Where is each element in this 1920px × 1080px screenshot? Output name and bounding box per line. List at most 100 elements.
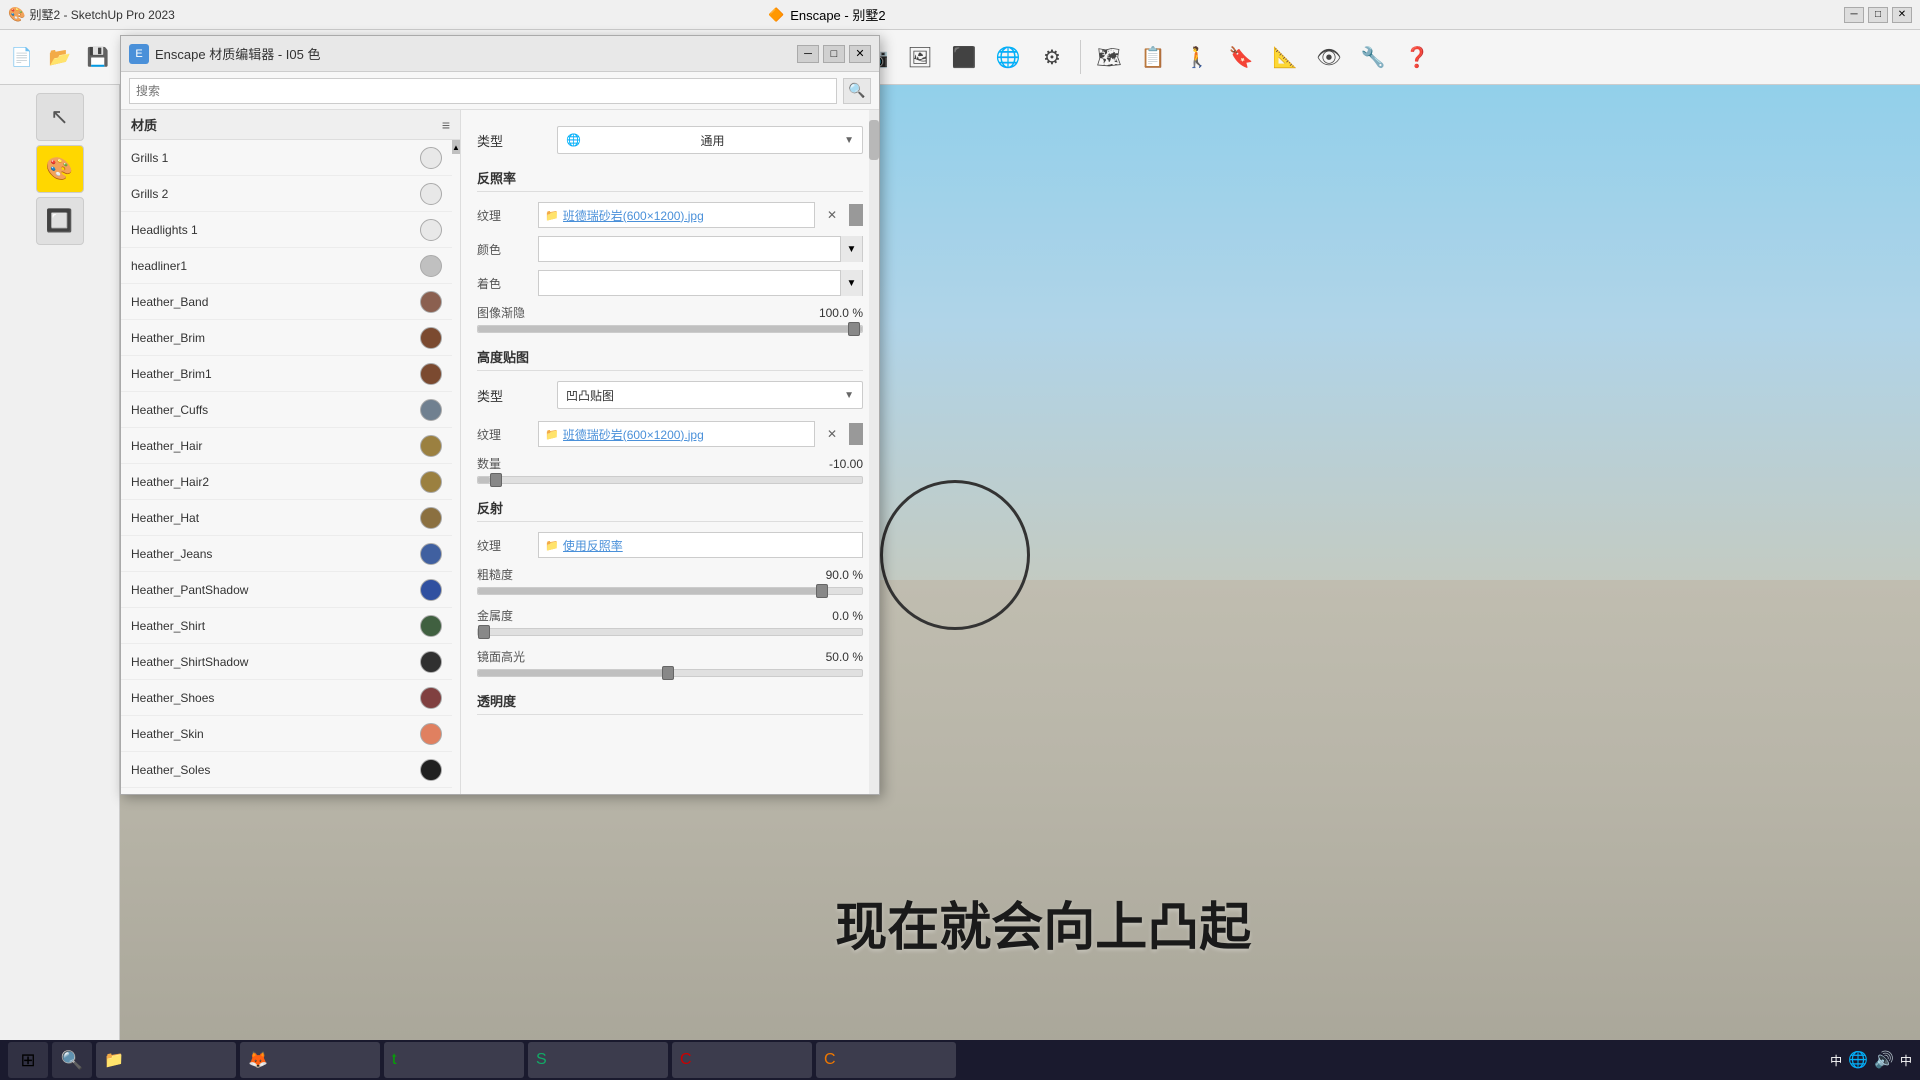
albedo-tint-picker[interactable]: ▼	[538, 270, 863, 296]
material-list-item[interactable]: Heather_Brim	[121, 320, 452, 356]
metalness-label: 金属度	[477, 607, 513, 624]
enscape-close-button[interactable]: ✕	[1892, 7, 1912, 23]
material-list-item[interactable]: Grills 2	[121, 176, 452, 212]
search-button[interactable]: 🔍	[843, 78, 871, 104]
specular-value: 50.0 %	[826, 650, 863, 664]
left-icon-paint[interactable]: 🎨	[36, 145, 84, 193]
dialog-close-button[interactable]: ✕	[849, 45, 871, 63]
material-list-item[interactable]: headliner1	[121, 248, 452, 284]
bump-texture-filename[interactable]: 班德瑞砂岩(600×1200).jpg	[563, 426, 704, 443]
metalness-slider-thumb[interactable]	[478, 625, 490, 639]
reflection-folder-icon[interactable]: 📁	[545, 539, 559, 552]
roughness-slider-track[interactable]	[477, 587, 863, 595]
opacity-slider-thumb[interactable]	[848, 322, 860, 336]
list-scroll-up-button[interactable]: ▲	[452, 140, 460, 154]
taskbar-app-trimble[interactable]: t	[384, 1042, 524, 1078]
folder-icon[interactable]: 📁	[545, 209, 559, 222]
bump-folder-icon[interactable]: 📁	[545, 428, 559, 441]
material-list-item[interactable]: Heather_Hat	[121, 500, 452, 536]
reflection-texture-link[interactable]: 使用反照率	[563, 537, 623, 554]
left-icon-select[interactable]: ↖	[36, 93, 84, 141]
specular-slider-track[interactable]	[477, 669, 863, 677]
bump-texture-delete-button[interactable]: ✕	[821, 423, 843, 445]
bump-type-select[interactable]: 凹凸贴图 ▼	[557, 381, 863, 409]
material-list-item[interactable]: Heather_Shoes	[121, 680, 452, 716]
metalness-slider-track[interactable]	[477, 628, 863, 636]
albedo-section-title: 反照率	[477, 168, 863, 192]
material-list-item[interactable]: Heather_Soles	[121, 752, 452, 788]
opacity-slider-row: 图像渐隐 100.0 %	[477, 304, 863, 333]
material-list-menu-icon[interactable]: ≡	[442, 117, 450, 133]
material-list-item[interactable]: Heather_Shirt	[121, 608, 452, 644]
dialog-maximize-button[interactable]: □	[823, 45, 845, 63]
albedo-texture-filename[interactable]: 班德瑞砂岩(600×1200).jpg	[563, 207, 704, 224]
enscape-tb-eye[interactable]: 👁	[1309, 37, 1349, 77]
material-list-item[interactable]: Heather_PantShadow	[121, 572, 452, 608]
enscape-tb-bookmark[interactable]: 🔖	[1221, 37, 1261, 77]
taskbar-app-firefox[interactable]: 🦊	[240, 1042, 380, 1078]
enscape-minimize-button[interactable]: ─	[1844, 7, 1864, 23]
albedo-color-picker[interactable]: ▼	[538, 236, 863, 262]
taskbar-app-explorer[interactable]: 📁	[96, 1042, 236, 1078]
panel-scrollbar-thumb[interactable]	[869, 120, 879, 160]
enscape-tb-panorama[interactable]: ⬛	[944, 37, 984, 77]
start-button[interactable]: ⊞	[8, 1042, 48, 1078]
left-icon-3d[interactable]: 🔲	[36, 197, 84, 245]
roughness-slider-thumb[interactable]	[816, 584, 828, 598]
taskbar-app-enscape[interactable]: C	[816, 1042, 956, 1078]
specular-label: 镜面高光	[477, 648, 525, 665]
albedo-texture-delete-button[interactable]: ✕	[821, 204, 843, 226]
enscape-tb-list[interactable]: 📋	[1133, 37, 1173, 77]
material-list-item[interactable]: Heather_Cuffs	[121, 392, 452, 428]
material-list-item[interactable]: Heather_Skin	[121, 716, 452, 752]
toolbar-icon-open[interactable]: 📂	[42, 39, 78, 75]
material-list-item[interactable]: Heather_Hair	[121, 428, 452, 464]
enscape-tb-map[interactable]: 🗺	[1089, 37, 1129, 77]
color-picker-chevron[interactable]: ▼	[840, 236, 862, 262]
taskbar-app-catch[interactable]: C	[672, 1042, 812, 1078]
dialog-titlebar: E Enscape 材质编辑器 - I05 色 ─ □ ✕	[121, 36, 879, 72]
type-select-value: 通用	[701, 132, 725, 149]
bump-amount-slider-thumb[interactable]	[490, 473, 502, 487]
material-list-item[interactable]: Heather_Jeans	[121, 536, 452, 572]
cursor-circle-indicator	[880, 480, 1030, 630]
material-list-item[interactable]: Heather_Band	[121, 284, 452, 320]
search-taskbar-button[interactable]: 🔍	[52, 1042, 92, 1078]
opacity-slider-track[interactable]	[477, 325, 863, 333]
windows-taskbar: ⊞ 🔍 📁 🦊 t S C C 中 🌐 🔊 中	[0, 1040, 1920, 1080]
material-color-swatch	[420, 579, 442, 601]
albedo-texture-more-button[interactable]	[849, 204, 863, 226]
bump-amount-slider-track[interactable]	[477, 476, 863, 484]
dialog-minimize-button[interactable]: ─	[797, 45, 819, 63]
enscape-toolbar: ▶ 🎬 📷 🖼 ⬛ 🌐 ⚙ 🗺 📋 🚶 🔖 📐 👁 🔧 ❓	[760, 30, 1920, 85]
bump-texture-row: 纹理 📁 班德瑞砂岩(600×1200).jpg ✕	[477, 421, 863, 447]
taskbar-app-sketchup[interactable]: S	[528, 1042, 668, 1078]
enscape-tb-gear2[interactable]: 🔧	[1353, 37, 1393, 77]
enscape-maximize-button[interactable]: □	[1868, 7, 1888, 23]
material-list-item[interactable]: Heather_Stripe1	[121, 788, 452, 794]
bump-texture-more-button[interactable]	[849, 423, 863, 445]
type-select[interactable]: 🌐 通用 ▼	[557, 126, 863, 154]
enscape-tb-settings[interactable]: ⚙	[1032, 37, 1072, 77]
material-list-item[interactable]: Headlights 1	[121, 212, 452, 248]
bump-texture-path: 📁 班德瑞砂岩(600×1200).jpg	[538, 421, 815, 447]
enscape-tb-web[interactable]: 🌐	[988, 37, 1028, 77]
toolbar-icon-new[interactable]: 📄	[4, 39, 40, 75]
material-list-item[interactable]: Heather_Brim1	[121, 356, 452, 392]
material-color-swatch	[420, 615, 442, 637]
enscape-tb-3d[interactable]: 📐	[1265, 37, 1305, 77]
toolbar-icon-save[interactable]: 💾	[80, 39, 116, 75]
bump-amount-slider-fill	[478, 477, 490, 483]
material-list-item[interactable]: Grills 1	[121, 140, 452, 176]
enscape-tb-question[interactable]: ❓	[1397, 37, 1437, 77]
material-list-item[interactable]: Heather_ShirtShadow	[121, 644, 452, 680]
material-list-item[interactable]: Heather_Hair2	[121, 464, 452, 500]
enscape-tb-render[interactable]: 🖼	[900, 37, 940, 77]
enscape-tb-person[interactable]: 🚶	[1177, 37, 1217, 77]
specular-slider-thumb[interactable]	[662, 666, 674, 680]
panel-scrollbar[interactable]	[869, 110, 879, 794]
search-input[interactable]	[129, 78, 837, 104]
specular-slider-fill	[478, 670, 670, 676]
enscape-window-controls: ─ □ ✕	[1844, 7, 1912, 23]
tint-picker-chevron[interactable]: ▼	[840, 270, 862, 296]
